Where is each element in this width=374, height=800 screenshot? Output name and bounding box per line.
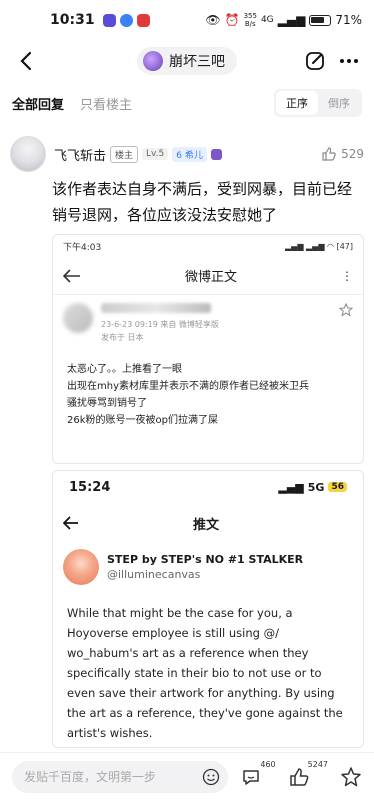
back-arrow-icon	[20, 51, 32, 71]
more-dots-icon	[340, 59, 358, 63]
sort-descending-button[interactable]: 倒序	[318, 91, 360, 115]
arrow-left-icon	[63, 268, 80, 283]
tweet-handle: @illuminecanvas	[107, 568, 201, 581]
weibo-line: 26k粉的账号一夜被op们拉满了屎	[67, 415, 218, 426]
embedded-status-bar: 15:24 ▂▄▆ 5G 56	[53, 471, 363, 503]
signal-icon: 4G	[260, 15, 274, 25]
weibo-line: 骚扰辱骂到销号了	[67, 398, 147, 409]
comment-button[interactable]: 460	[240, 760, 276, 788]
star-icon	[339, 303, 353, 317]
comment-count: 460	[260, 759, 276, 769]
post-header: 飞飞斩击 楼主 Lv.5 6 希儿 529	[0, 134, 374, 174]
embedded-location: 发布于 日本	[101, 333, 144, 342]
blurred-avatar	[63, 303, 93, 333]
status-bar: 10:31 👁 ⏰ 355 B/s 4G ▂▄▆ 71%	[0, 0, 374, 40]
forum-pill[interactable]: 崩坏三吧	[137, 47, 237, 75]
share-icon	[341, 766, 361, 786]
status-indicators: 👁 ⏰ 355 B/s 4G ▂▄▆ 71%	[205, 12, 362, 28]
like-count: 529	[341, 147, 364, 161]
filter-bar: 全部回复 只看楼主 正序 倒序	[0, 88, 374, 118]
tweet-body: While that might be the case for you, a …	[67, 606, 343, 740]
level-badge: Lv.5	[142, 148, 169, 160]
network-speed: 355 B/s	[243, 12, 257, 28]
app-notification-icon	[136, 13, 150, 27]
embedded-network: 5G	[307, 480, 325, 494]
reply-placeholder: 发贴千百度，文明第一步	[24, 770, 157, 784]
embedded-user-row: 23-6-23 09:19 来自 微博轻享版 发布于 日本	[53, 295, 363, 357]
top-nav: 崩坏三吧	[0, 40, 374, 82]
thumbs-up-icon	[289, 767, 309, 786]
like-count: 5247	[307, 759, 328, 769]
fan-badge: 6 希儿	[172, 146, 207, 162]
edit-share-icon	[306, 52, 324, 70]
battery-icon	[309, 14, 332, 26]
app-notification-icon	[119, 13, 133, 27]
eye-icon: 👁	[205, 13, 221, 27]
tweet-avatar	[63, 549, 99, 585]
embedded-status-time: 下午4:03	[63, 242, 102, 253]
op-badge: 楼主	[110, 145, 139, 163]
sort-toggle: 正序 倒序	[274, 89, 362, 117]
forum-name: 崩坏三吧	[169, 54, 225, 70]
embedded-image-tweet[interactable]: 15:24 ▂▄▆ 5G 56 推文 STEP by STEP's NO #1 …	[52, 470, 364, 748]
blurred-username	[101, 303, 211, 313]
battery-level: 71%	[335, 13, 362, 27]
alarm-icon: ⏰	[224, 13, 240, 27]
weibo-line: 太恶心了。。上推看了一眼	[67, 364, 182, 375]
embedded-nav: 推文	[53, 503, 363, 543]
bottom-bar: 发贴千百度，文明第一步 460 5247	[0, 752, 374, 800]
embedded-status-time: 15:24	[69, 479, 111, 495]
tab-op-only[interactable]: 只看楼主	[80, 94, 132, 113]
member-icon	[210, 148, 222, 160]
thumbs-up-icon	[322, 147, 336, 161]
embedded-status-bar: 下午4:03 ▂▄▆ ▂▄▆ ◠ [47]	[53, 235, 363, 257]
emoji-icon[interactable]	[202, 768, 220, 786]
embedded-image-weibo[interactable]: 下午4:03 ▂▄▆ ▂▄▆ ◠ [47] 微博正文 ⋮ 23-6-23 09:…	[52, 234, 364, 464]
embedded-title: 微博正文	[184, 270, 237, 285]
arrow-left-icon	[63, 516, 78, 530]
post-body: 该作者表达自身不满后，受到网暴，目前已经销号退网，各位应该没法安慰她了	[52, 180, 353, 224]
share-button-bottom[interactable]	[340, 766, 362, 788]
sort-ascending-button[interactable]: 正序	[276, 91, 318, 115]
status-time: 10:31	[50, 12, 95, 28]
embedded-battery: 56	[328, 482, 347, 492]
back-button[interactable]	[14, 49, 38, 73]
app-notification-icon	[102, 13, 116, 27]
more-dots-icon: ⋮	[341, 268, 353, 283]
embedded-date: 23-6-23 09:19 来自 微博轻享版	[101, 320, 219, 329]
signal-bars-icon: ▂▄▆	[277, 13, 306, 27]
embedded-nav: 微博正文 ⋮	[53, 257, 363, 295]
tab-all-replies[interactable]: 全部回复	[12, 94, 64, 113]
signal-bars-icon: ▂▄▆	[278, 480, 304, 494]
more-button[interactable]	[338, 50, 360, 72]
embedded-user-row: STEP by STEP's NO #1 STALKER @illumineca…	[53, 543, 363, 591]
avatar[interactable]	[10, 136, 46, 172]
reply-input[interactable]: 发贴千百度，文明第一步	[12, 760, 229, 793]
like-button-bottom[interactable]: 5247	[288, 760, 328, 788]
forum-avatar	[143, 51, 163, 71]
post-username[interactable]: 飞飞斩击	[54, 145, 106, 164]
comment-icon	[243, 769, 260, 785]
embedded-indicators: ▂▄▆ 5G 56	[278, 481, 347, 494]
tweet-display-name: STEP by STEP's NO #1 STALKER	[107, 553, 304, 566]
status-app-icons	[102, 13, 150, 27]
share-button[interactable]	[304, 50, 326, 72]
like-button[interactable]: 529	[321, 146, 364, 162]
embedded-title: 推文	[192, 517, 219, 533]
embedded-weibo-text: 太恶心了。。上推看了一眼 出现在mhy素材库里并表示不满的原作者已经被米卫兵 骚…	[53, 357, 363, 433]
weibo-line: 出现在mhy素材库里并表示不满的原作者已经被米卫兵	[67, 381, 309, 392]
embedded-battery: ▂▄▆ ▂▄▆ ◠ [47]	[285, 241, 353, 251]
